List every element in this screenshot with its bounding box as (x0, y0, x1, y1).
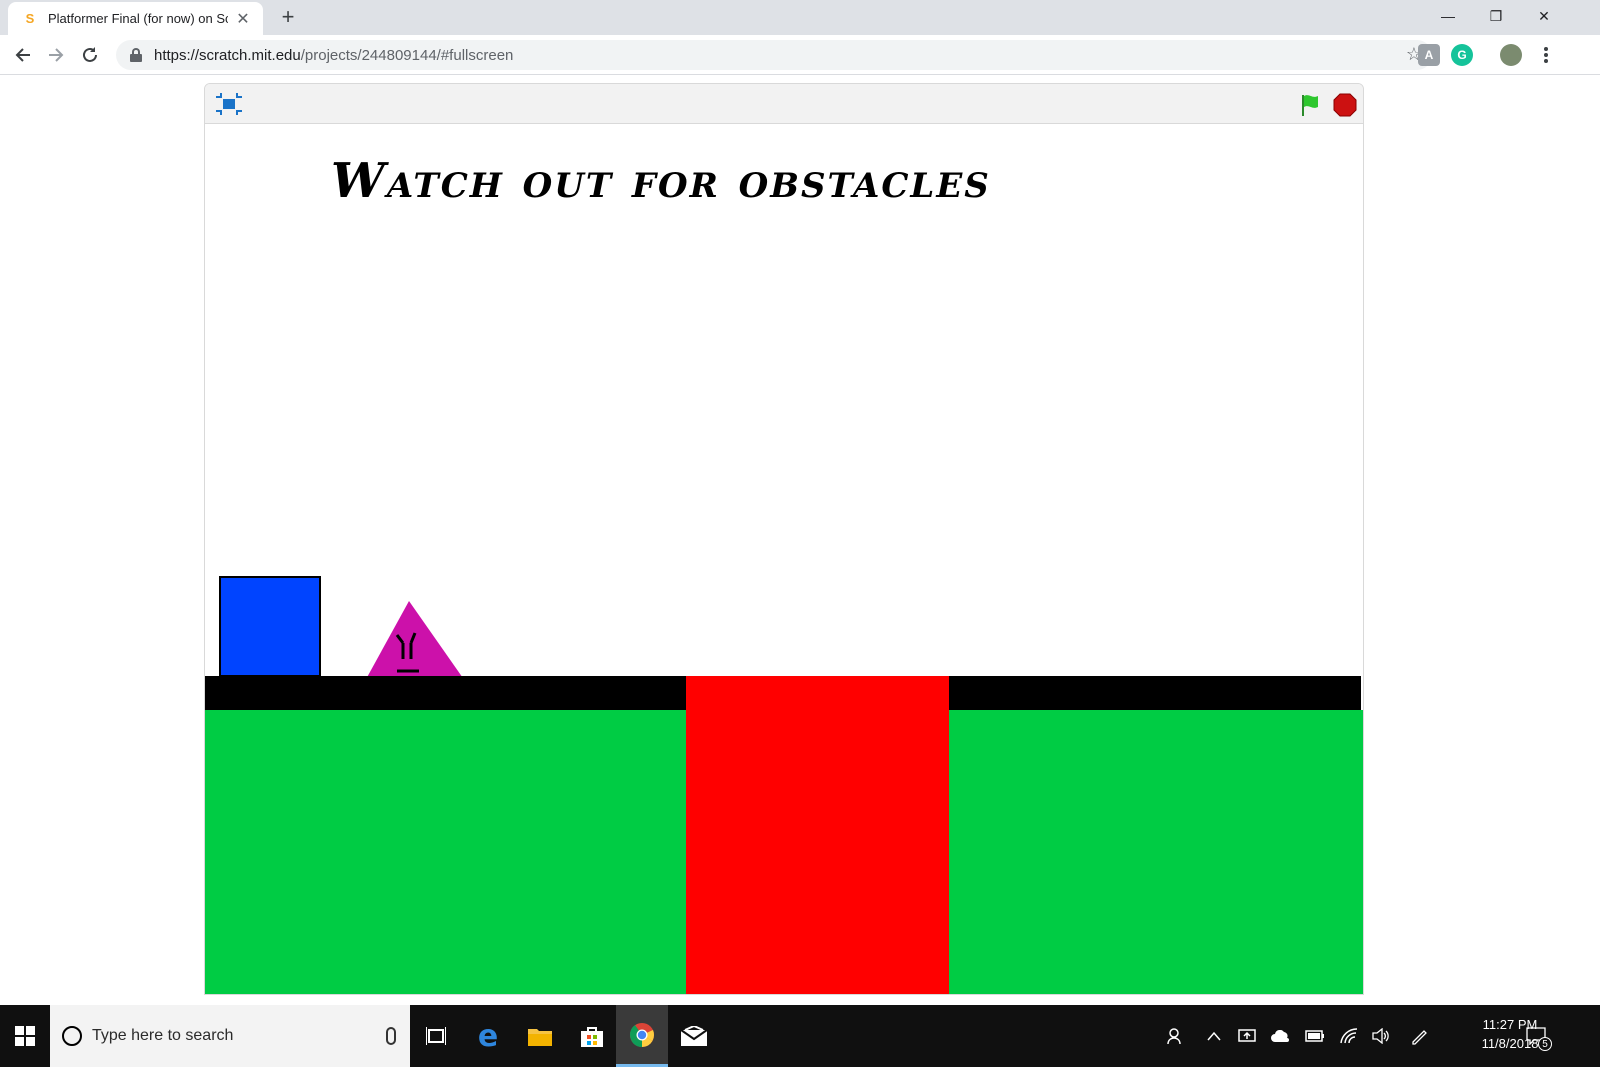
scratch-favicon-icon: S (25, 11, 35, 26)
reload-icon (83, 47, 97, 62)
green-flag-icon[interactable] (1299, 93, 1323, 117)
player-controls-bar (205, 84, 1363, 124)
stage-title: Watch out for obstacles (331, 153, 991, 209)
windows-taskbar: Type here to search e 11:27 PM 11/8/2018… (0, 1005, 1600, 1067)
forward-button[interactable] (42, 41, 70, 69)
windows-logo-icon (15, 1026, 35, 1046)
edge-browser-button[interactable]: e (462, 1005, 514, 1067)
exit-fullscreen-icon[interactable] (215, 93, 243, 115)
store-bag-icon (581, 1027, 603, 1047)
scratch-player: Watch out for obstacles (204, 83, 1364, 995)
file-explorer-button[interactable] (514, 1005, 566, 1067)
display-icon[interactable] (1232, 1005, 1262, 1067)
microphone-icon[interactable] (386, 1027, 396, 1045)
volume-icon[interactable] (1366, 1005, 1396, 1067)
player-block-sprite (219, 576, 321, 677)
browser-tab-strip: S Platformer Final (for now) on Scratch … (0, 0, 1600, 35)
task-view-button[interactable] (410, 1005, 462, 1067)
mail-icon (681, 1026, 707, 1046)
task-view-icon (426, 1027, 446, 1045)
action-center-button[interactable]: 5 (1518, 1005, 1554, 1067)
chevron-up-icon[interactable] (1200, 1005, 1228, 1067)
close-window-button[interactable]: ✕ (1520, 0, 1568, 32)
pen-ink-icon[interactable] (1404, 1005, 1434, 1067)
profile-avatar-icon[interactable] (1500, 44, 1522, 66)
reload-button[interactable] (76, 41, 104, 69)
url-path: /projects/244809144/#fullscreen (300, 46, 514, 64)
edge-icon: e (477, 1018, 499, 1054)
chrome-icon (629, 1022, 655, 1047)
people-icon[interactable] (1158, 1005, 1194, 1067)
folder-icon (528, 1029, 552, 1046)
url-host: https://scratch.mit.edu (154, 46, 301, 64)
forward-arrow-icon (49, 48, 64, 62)
stage-edge (1363, 125, 1364, 955)
wifi-icon[interactable] (1334, 1005, 1364, 1067)
reader-extension-icon[interactable]: A (1418, 44, 1440, 66)
back-arrow-icon (15, 48, 30, 62)
cortana-icon (62, 1026, 82, 1046)
start-button[interactable] (0, 1005, 50, 1067)
tab-title: Platformer Final (for now) on Scratch (48, 11, 228, 26)
game-stage[interactable]: Watch out for obstacles (205, 125, 1364, 994)
grammarly-extension-icon[interactable]: G (1451, 44, 1473, 66)
address-bar[interactable]: https://scratch.mit.edu/projects/2448091… (116, 40, 1432, 70)
notification-count-badge: 5 (1538, 1037, 1552, 1051)
chrome-taskbar-button[interactable] (616, 1005, 668, 1067)
grass-left (205, 710, 686, 994)
lava-pit (686, 676, 949, 994)
restore-window-button[interactable]: ❐ (1472, 0, 1520, 32)
store-button[interactable] (566, 1005, 618, 1067)
browser-menu-button[interactable] (1532, 41, 1560, 69)
taskbar-search-box[interactable]: Type here to search (50, 1005, 410, 1067)
new-tab-button[interactable]: + (276, 5, 300, 29)
battery-icon[interactable] (1300, 1005, 1330, 1067)
browser-toolbar: https://scratch.mit.edu/projects/2448091… (0, 35, 1600, 75)
browser-tab[interactable]: S Platformer Final (for now) on Scratch … (8, 2, 263, 35)
enemy-triangle-sprite (365, 601, 465, 681)
back-button[interactable] (9, 41, 37, 69)
grass-right (949, 710, 1363, 994)
stop-sign-icon[interactable] (1333, 93, 1357, 117)
mail-button[interactable] (668, 1005, 720, 1067)
kebab-menu-icon (1544, 47, 1548, 63)
minimize-window-button[interactable]: — (1424, 0, 1472, 32)
onedrive-cloud-icon[interactable] (1266, 1005, 1296, 1067)
search-placeholder: Type here to search (92, 1027, 234, 1044)
close-tab-icon[interactable]: ✕ (234, 9, 252, 29)
lock-icon (130, 48, 142, 62)
